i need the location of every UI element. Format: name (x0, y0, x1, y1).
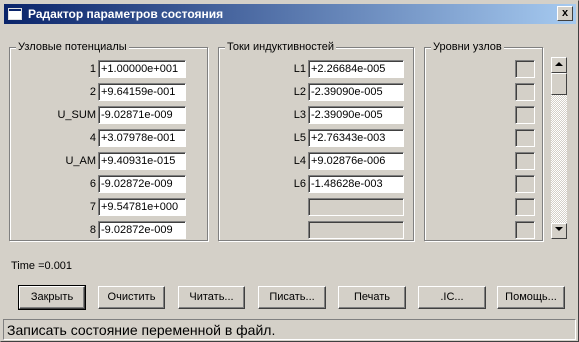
current-label: L6 (293, 178, 306, 190)
potential-label: 4 (89, 132, 96, 144)
potential-label: 2 (89, 86, 96, 98)
node-level-box (515, 175, 535, 193)
scroll-up-button[interactable] (551, 57, 567, 73)
potential-field[interactable]: +3.07978e-001 (98, 129, 186, 147)
node-level-box (515, 221, 535, 239)
node-level-box (515, 152, 535, 170)
potential-field[interactable]: +9.54781e+000 (98, 198, 186, 216)
current-field[interactable]: +9.02876e-006 (308, 152, 404, 170)
write-button[interactable]: Писать... (258, 286, 326, 309)
scroll-thumb[interactable] (551, 73, 567, 95)
status-bar: Записать состояние переменной в файл. (3, 319, 576, 340)
print-button[interactable]: Печать (338, 286, 406, 309)
close-window-button[interactable]: x (557, 6, 573, 21)
potential-field[interactable]: -9.02872e-009 (98, 221, 186, 239)
node-level-box (515, 60, 535, 78)
clear-button[interactable]: Очистить (98, 286, 165, 309)
current-field[interactable]: +2.26684e-005 (308, 60, 404, 78)
ic-button[interactable]: .IC... (418, 286, 486, 309)
current-field[interactable]: -1.48628e-003 (308, 175, 404, 193)
current-label: L2 (293, 86, 306, 98)
potential-field[interactable]: +9.40931e-015 (98, 152, 186, 170)
node-potentials-legend: Узловые потенциалы (16, 41, 129, 53)
potential-label: 8 (89, 224, 96, 236)
potential-label: 7 (89, 201, 96, 213)
potential-label: U_AM (65, 155, 96, 167)
arrow-up-icon (555, 62, 563, 66)
help-button[interactable]: Помощь... (497, 286, 565, 309)
inductor-currents-group: Токи индуктивностей L1 +2.26684e-005 L2 … (218, 41, 414, 241)
current-label: L1 (293, 63, 306, 75)
arrow-down-icon (555, 227, 563, 231)
read-button[interactable]: Читать... (178, 286, 245, 309)
node-levels-group: Уровни узлов (424, 41, 543, 241)
potential-field[interactable]: -9.02871e-009 (98, 106, 186, 124)
potential-label: 1 (89, 63, 96, 75)
potential-field[interactable]: +1.00000e+001 (98, 60, 186, 78)
node-level-box (515, 198, 535, 216)
vertical-scrollbar[interactable] (551, 57, 567, 239)
title-bar[interactable]: Радактор параметров состояния x (4, 4, 576, 24)
window-title: Радактор параметров состояния (28, 7, 224, 21)
time-label: Time =0.001 (11, 260, 73, 272)
current-label: L4 (293, 155, 306, 167)
node-level-box (515, 129, 535, 147)
current-field[interactable]: -2.39090e-005 (308, 106, 404, 124)
current-field-disabled (308, 198, 404, 216)
node-level-box (515, 83, 535, 101)
current-field[interactable]: -2.39090e-005 (308, 83, 404, 101)
potential-field[interactable]: -9.02872e-009 (98, 175, 186, 193)
potential-label: 6 (89, 178, 96, 190)
state-editor-window: Радактор параметров состояния x Узловые … (0, 0, 579, 342)
potential-field[interactable]: +9.64159e-001 (98, 83, 186, 101)
node-potentials-group: Узловые потенциалы 1 +1.00000e+001 2 +9.… (9, 41, 208, 241)
node-level-box (515, 106, 535, 124)
current-label: L3 (293, 109, 306, 121)
node-levels-legend: Уровни узлов (431, 41, 504, 53)
inductor-currents-legend: Токи индуктивностей (225, 41, 336, 53)
current-label: L5 (293, 132, 306, 144)
close-button[interactable]: Закрыть (18, 285, 86, 310)
current-field[interactable]: +2.76343e-003 (308, 129, 404, 147)
current-field-disabled (308, 221, 404, 239)
scroll-down-button[interactable] (551, 223, 567, 239)
window-icon (8, 8, 22, 20)
potential-label: U_SUM (57, 109, 96, 121)
